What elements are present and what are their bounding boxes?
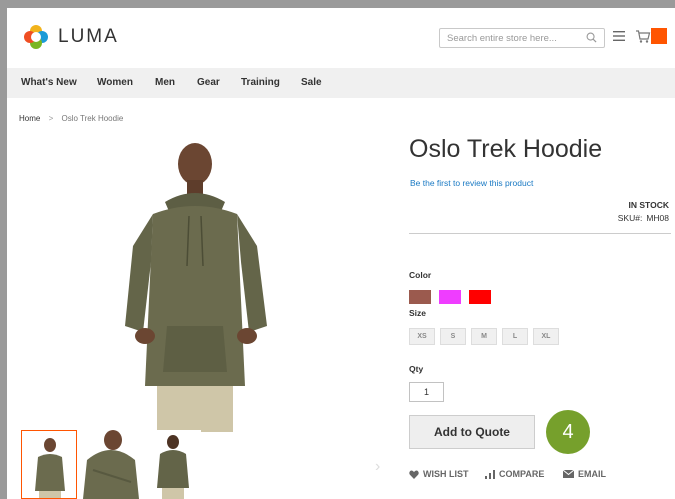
heart-icon — [409, 469, 419, 479]
stock-status: IN STOCK — [628, 200, 669, 210]
main-navigation: What's New Women Men Gear Training Sale — [7, 68, 675, 98]
thumbnail-3[interactable] — [145, 430, 201, 499]
review-link[interactable]: Be the first to review this product — [410, 178, 533, 188]
email-label: EMAIL — [578, 469, 606, 479]
nav-item-gear[interactable]: Gear — [197, 77, 220, 88]
nav-item-sale[interactable]: Sale — [301, 77, 322, 88]
cart-icon[interactable] — [635, 28, 651, 44]
color-swatch-purple[interactable] — [439, 290, 461, 304]
gallery-next-arrow[interactable]: › — [375, 458, 380, 476]
size-option-xl[interactable]: XL — [533, 328, 559, 345]
compare-label: COMPARE — [499, 469, 545, 479]
size-option-xs[interactable]: XS — [409, 328, 435, 345]
product-title: Oslo Trek Hoodie — [409, 135, 603, 163]
compare-icon — [485, 469, 495, 479]
product-main-image[interactable] — [95, 136, 295, 432]
thumbnail-1-image — [35, 438, 65, 498]
wishlist-label: WISH LIST — [423, 469, 469, 479]
cart-count-badge[interactable] — [651, 28, 667, 44]
size-option-l[interactable]: L — [502, 328, 528, 345]
search-icon[interactable] — [586, 32, 597, 43]
nav-item-women[interactable]: Women — [97, 77, 133, 88]
thumbnail-1[interactable] — [21, 430, 77, 499]
thumbnail-3-image — [157, 435, 189, 499]
breadcrumb-home[interactable]: Home — [19, 114, 40, 123]
add-to-quote-button[interactable]: Add to Quote — [409, 415, 535, 449]
hamburger-menu-icon[interactable] — [613, 30, 625, 42]
luma-logo-icon — [24, 25, 48, 49]
step-number-badge: 4 — [546, 410, 590, 454]
breadcrumb: Home > Oslo Trek Hoodie — [19, 114, 123, 123]
size-label: Size — [409, 308, 427, 318]
color-swatch-red[interactable] — [469, 290, 491, 304]
nav-item-men[interactable]: Men — [155, 77, 175, 88]
thumbnail-2[interactable] — [83, 430, 139, 499]
qty-input[interactable]: 1 — [409, 382, 444, 402]
logo-text: LUMA — [58, 26, 119, 47]
nav-item-whats-new[interactable]: What's New — [21, 77, 77, 88]
page-frame: LUMA Search entire store here... What's … — [7, 8, 675, 499]
divider — [409, 233, 671, 234]
size-option-s[interactable]: S — [440, 328, 466, 345]
breadcrumb-current: Oslo Trek Hoodie — [61, 114, 124, 123]
email-link[interactable]: EMAIL — [563, 469, 606, 479]
sku-label: SKU#: — [617, 213, 643, 223]
envelope-icon — [563, 470, 574, 478]
qty-label: Qty — [409, 364, 424, 374]
product-sku: SKU#: MH08 — [618, 213, 669, 223]
site-header: LUMA Search entire store here... — [7, 8, 675, 68]
color-swatch-brown[interactable] — [409, 290, 431, 304]
compare-link[interactable]: COMPARE — [485, 469, 544, 479]
thumbnail-2-image — [83, 430, 139, 499]
search-input[interactable]: Search entire store here... — [439, 28, 605, 48]
nav-item-training[interactable]: Training — [241, 77, 280, 88]
size-option-m[interactable]: M — [471, 328, 497, 345]
breadcrumb-separator: > — [48, 114, 54, 123]
store-logo[interactable]: LUMA — [23, 24, 119, 50]
sku-value: MH08 — [646, 213, 669, 223]
color-label: Color — [409, 270, 432, 280]
search-placeholder: Search entire store here... — [447, 33, 557, 44]
wishlist-link[interactable]: WISH LIST — [409, 469, 469, 479]
